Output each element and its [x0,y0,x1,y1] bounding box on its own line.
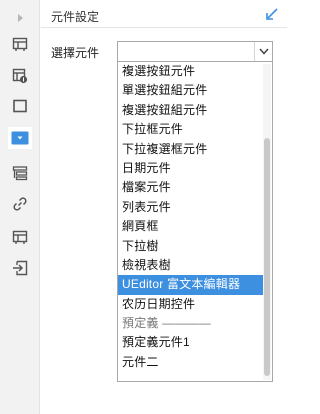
dropdown-option[interactable]: UEditor 富文本編輯器 [118,275,263,295]
link-icon[interactable] [8,193,32,215]
component-dropdown-list: 複選按鈕元件 單選按鈕組元件 複選按鈕組元件 下拉框元件 下拉複選框元件 日期元件 檔案元件… [117,62,273,382]
rectangle-icon[interactable] [8,95,32,117]
dropdown-option[interactable]: 預定義元件1 [118,333,263,352]
component-select[interactable] [117,41,273,62]
panel-header: 元件設定 [41,0,287,28]
list-stack-icon[interactable] [8,162,32,184]
left-toolbar [0,0,40,414]
expand-arrow-icon[interactable] [8,7,32,29]
dropdown-option[interactable]: 农历日期控件 [118,295,263,314]
component-settings-panel: 元件設定 選擇元件 複選按鈕元件 單選按鈕組元件 複選按鈕組元件 下拉框元件 下拉複選框… [41,0,287,414]
dropdown-scrollbar[interactable] [263,64,271,380]
table-settings-icon[interactable] [8,65,32,87]
select-component-label: 選擇元件 [51,46,100,60]
dropdown-option[interactable]: 檢視表樹 [118,256,263,275]
collapse-arrow-icon[interactable] [265,7,279,21]
panel-title: 元件設定 [51,10,100,24]
dropdown-option[interactable]: 下拉複選框元件 [118,140,263,159]
option-group-header: 預定義 ———— [122,316,211,331]
chevron-down-icon[interactable] [254,42,272,61]
dropdown-option[interactable]: 複選按鈕元件 [118,62,263,81]
dropdown-option[interactable]: 網頁框 [118,217,263,236]
dropdown-option[interactable]: 複選按鈕組元件 [118,101,263,120]
dropdown-option[interactable]: 列表元件 [118,198,263,217]
dropdown-option[interactable]: 檔案元件 [118,178,263,197]
import-icon[interactable] [8,257,32,279]
table-icon[interactable] [8,33,32,55]
dropdown-option[interactable]: 下拉樹 [118,237,263,256]
dropdown-option[interactable]: 下拉框元件 [118,120,263,139]
table-icon[interactable] [8,226,32,248]
scrollbar-thumb[interactable] [264,138,270,376]
dropdown-option[interactable]: 日期元件 [118,159,263,178]
dropdown-option[interactable]: 元件二 [118,353,263,372]
dropdown-icon[interactable] [8,127,32,149]
dropdown-option[interactable]: 單選按鈕組元件 [118,81,263,100]
dropdown-options: 複選按鈕元件 單選按鈕組元件 複選按鈕組元件 下拉框元件 下拉複選框元件 日期元件 檔案元件… [118,62,263,372]
